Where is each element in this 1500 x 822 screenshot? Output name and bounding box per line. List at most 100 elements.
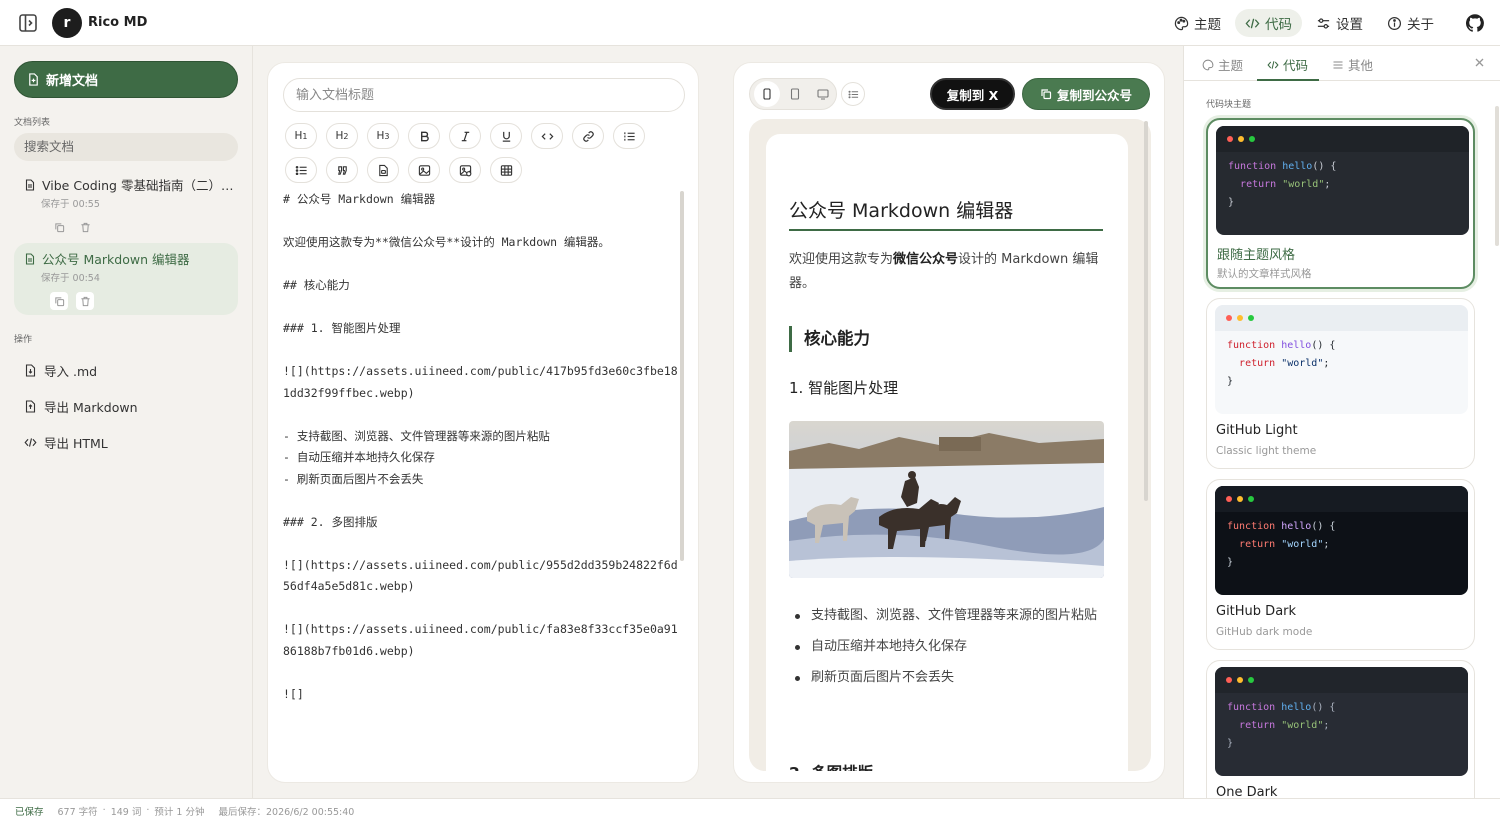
markdown-textarea[interactable]: # 公众号 Markdown 编辑器 欢迎使用这款专为**微信公众号**设计的 … [283, 189, 678, 705]
bullet-list-button[interactable] [285, 157, 317, 183]
file-export-icon [25, 400, 36, 413]
article-image [789, 421, 1104, 578]
toc-button[interactable] [841, 82, 865, 106]
link-icon [582, 130, 594, 142]
trash-icon [80, 222, 90, 232]
bullet-list-icon [295, 165, 307, 175]
article-preview: 公众号 Markdown 编辑器 欢迎使用这款专为微信公众号设计的 Markdo… [766, 134, 1128, 771]
delete-doc-button[interactable] [76, 292, 94, 310]
duplicate-doc-button[interactable] [50, 218, 68, 236]
copy-to-wechat-button[interactable]: 复制到公众号 [1022, 78, 1150, 110]
desktop-view-button[interactable] [810, 81, 836, 107]
ordered-list-button[interactable] [613, 123, 645, 149]
tab-theme[interactable]: 主题 [1202, 55, 1243, 74]
trash-icon [80, 296, 90, 306]
list-item: 支持截图、浏览器、文件管理器等来源的图片粘贴 [789, 604, 1103, 628]
copy-icon [54, 296, 64, 306]
window-dots [1215, 305, 1468, 331]
inline-code-button[interactable] [531, 123, 563, 149]
table-button[interactable] [490, 157, 522, 183]
github-icon[interactable] [1466, 14, 1484, 32]
list-item: 自动压缩并本地持久化保存 [789, 635, 1103, 659]
window-dots [1215, 667, 1468, 693]
preview-scrollbar[interactable] [1144, 121, 1148, 501]
code-theme-card[interactable]: function hello() { return "world"; } One … [1206, 660, 1475, 798]
file-icon [378, 164, 388, 176]
window-dots [1215, 486, 1468, 512]
tab-code[interactable]: 代码 [1267, 55, 1308, 74]
nav-about-label: 关于 [1407, 17, 1434, 33]
bold-button[interactable] [408, 123, 440, 149]
doc-list-item[interactable]: Vibe Coding 零基础指南（二）… 保存于 00:55 [14, 169, 238, 239]
window-dots [1216, 126, 1469, 152]
heading1-button[interactable]: H1 [285, 123, 317, 149]
code-theme-desc: Classic light theme [1216, 445, 1317, 457]
tab-other[interactable]: 其他 [1332, 55, 1373, 74]
active-tab-indicator [1257, 79, 1319, 81]
sliders-icon [1317, 17, 1330, 29]
attach-file-button[interactable] [367, 157, 399, 183]
code-icon [24, 438, 37, 447]
panel-tabs: 主题 代码 其他 [1184, 46, 1500, 81]
underline-icon [502, 131, 510, 142]
export-markdown-label: 导出 Markdown [44, 400, 138, 415]
italic-icon [461, 131, 469, 141]
panel-scrollbar[interactable] [1495, 106, 1499, 246]
nav-settings-label: 设置 [1336, 17, 1363, 33]
quote-button[interactable] [326, 157, 358, 183]
doc-title-input[interactable]: 输入文档标题 [283, 78, 685, 112]
code-theme-card[interactable]: function hello() { return "world"; } 跟随主题… [1206, 118, 1475, 289]
import-md-button[interactable]: 导入 .md [24, 361, 97, 380]
export-markdown-button[interactable]: 导出 Markdown [24, 397, 138, 416]
nav-theme-button[interactable]: 主题 [1164, 9, 1231, 37]
copy-to-x-button[interactable]: 复制到 X [930, 78, 1015, 110]
heading3-button[interactable]: H3 [367, 123, 399, 149]
file-import-icon [25, 364, 36, 377]
code-preview: function hello() { return "world"; } [1215, 486, 1468, 595]
delete-doc-button[interactable] [76, 218, 94, 236]
code-theme-name: One Dark [1216, 785, 1278, 798]
code-theme-desc: 默认的文章样式风格 [1217, 268, 1312, 280]
nav-theme-label: 主题 [1194, 17, 1221, 33]
underline-button[interactable] [490, 123, 522, 149]
sidebar-toggle-icon[interactable] [18, 13, 38, 33]
code-theme-heading: 代码块主题 [1206, 100, 1252, 110]
heading2-button[interactable]: H2 [326, 123, 358, 149]
new-document-button[interactable]: 新增文档 [14, 61, 238, 98]
nav-code-button[interactable]: 代码 [1235, 9, 1302, 37]
image-icon [418, 164, 430, 176]
multi-image-button[interactable] [449, 157, 481, 183]
code-theme-card[interactable]: function hello() { return "world"; } GitH… [1206, 479, 1475, 650]
link-button[interactable] [572, 123, 604, 149]
article-h3: 2. 多图排版 [789, 761, 873, 771]
monitor-icon [817, 89, 829, 100]
doc-saved-time: 保存于 00:55 [41, 199, 100, 210]
doc-list-item-selected[interactable]: 公众号 Markdown 编辑器 保存于 00:54 [14, 243, 238, 315]
app-name: Rico MD [88, 15, 148, 30]
export-html-button[interactable]: 导出 HTML [24, 433, 108, 452]
code-preview: function hello() { return "world"; } [1216, 126, 1469, 235]
nav-settings-button[interactable]: 设置 [1306, 9, 1373, 37]
nav-about-button[interactable]: 关于 [1377, 9, 1444, 37]
tablet-view-button[interactable] [782, 81, 808, 107]
sliders-icon [1333, 61, 1343, 68]
doc-title: Vibe Coding 零基础指南（二）… [42, 178, 234, 193]
duplicate-doc-button[interactable] [50, 292, 68, 310]
image-button[interactable] [408, 157, 440, 183]
search-input[interactable]: 搜索文档 [14, 133, 238, 161]
article-h2: 核心能力 [789, 326, 870, 352]
doc-title: 公众号 Markdown 编辑器 [42, 252, 190, 267]
editor-scrollbar[interactable] [680, 191, 684, 561]
save-status: 已保存 [15, 806, 44, 818]
code-icon [1267, 60, 1279, 69]
table-icon [500, 164, 512, 176]
close-icon[interactable] [1474, 57, 1485, 68]
ops-heading: 操作 [14, 335, 33, 345]
code-theme-card[interactable]: function hello() { return "world"; } GitH… [1206, 298, 1475, 469]
read-time: 预计 1 分钟 [154, 806, 205, 818]
top-nav: 主题 代码 设置 关于 [1164, 9, 1484, 37]
italic-button[interactable] [449, 123, 481, 149]
mobile-view-button[interactable] [754, 81, 780, 107]
status-bar: 已保存 677 字符 · 149 词 · 预计 1 分钟 最后保存：2026/6/2… [0, 798, 1500, 822]
list-icon [848, 90, 858, 98]
